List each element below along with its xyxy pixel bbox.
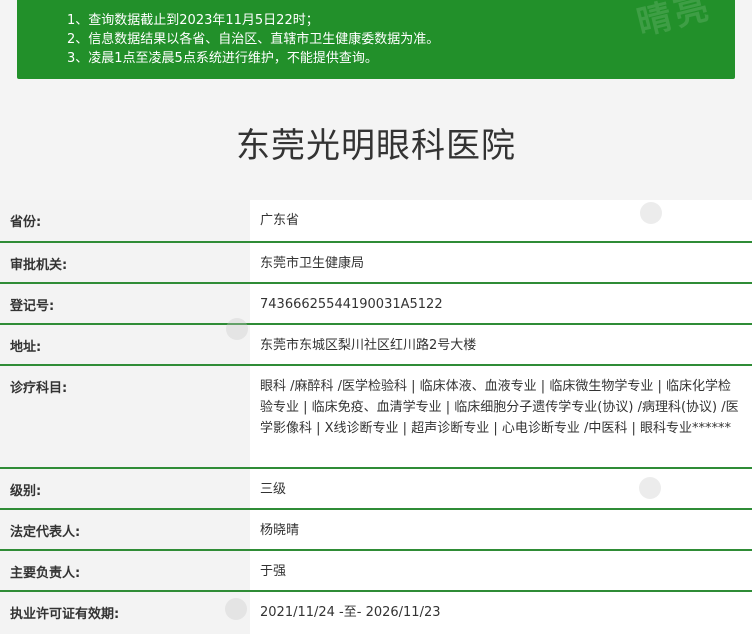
watermark-icon <box>639 477 661 499</box>
row-legal-rep: 法定代表人: 杨晓晴 <box>0 510 752 551</box>
row-province: 省份: 广东省 <box>0 200 752 243</box>
value-legal-rep: 杨晓晴 <box>250 510 752 549</box>
label-departments: 诊疗科目: <box>0 366 250 467</box>
watermark-icon <box>640 202 662 224</box>
label-principal: 主要负责人: <box>0 551 250 590</box>
watermark-icon <box>226 318 248 340</box>
row-approval: 审批机关: 东莞市卫生健康局 <box>0 243 752 284</box>
watermark-icon <box>225 598 247 620</box>
value-principal: 于强 <box>250 551 752 590</box>
row-principal: 主要负责人: 于强 <box>0 551 752 592</box>
label-address: 地址: <box>0 325 250 364</box>
value-departments: 眼科 /麻醉科 /医学检验科 | 临床体液、血液专业 | 临床微生物学专业 | … <box>250 366 752 467</box>
value-approval: 东莞市卫生健康局 <box>250 243 752 282</box>
row-departments: 诊疗科目: 眼科 /麻醉科 /医学检验科 | 临床体液、血液专业 | 临床微生物… <box>0 366 752 469</box>
row-registration: 登记号: 74366625544190031A5122 <box>0 284 752 325</box>
label-registration: 登记号: <box>0 284 250 323</box>
hospital-name: 东莞光明眼科医院 <box>236 126 516 166</box>
notice-banner: 1、查询数据截止到2023年11月5日22时； 2、信息数据结果以各省、自治区、… <box>17 0 735 79</box>
row-address: 地址: 东莞市东城区梨川社区红川路2号大楼 <box>0 325 752 366</box>
label-approval: 审批机关: <box>0 243 250 282</box>
value-address: 东莞市东城区梨川社区红川路2号大楼 <box>250 325 752 364</box>
info-table: 省份: 广东省 审批机关: 东莞市卫生健康局 登记号: 743666255441… <box>0 200 752 634</box>
value-province: 广东省 <box>250 200 752 241</box>
label-legal-rep: 法定代表人: <box>0 510 250 549</box>
notice-line-3: 3、凌晨1点至凌晨5点系统进行维护，不能提供查询。 <box>67 51 378 66</box>
value-level: 三级 <box>250 469 752 508</box>
label-level: 级别: <box>0 469 250 508</box>
notice-line-2: 2、信息数据结果以各省、自治区、直辖市卫生健康委数据为准。 <box>67 32 440 47</box>
label-province: 省份: <box>0 200 250 241</box>
value-registration: 74366625544190031A5122 <box>250 284 752 323</box>
